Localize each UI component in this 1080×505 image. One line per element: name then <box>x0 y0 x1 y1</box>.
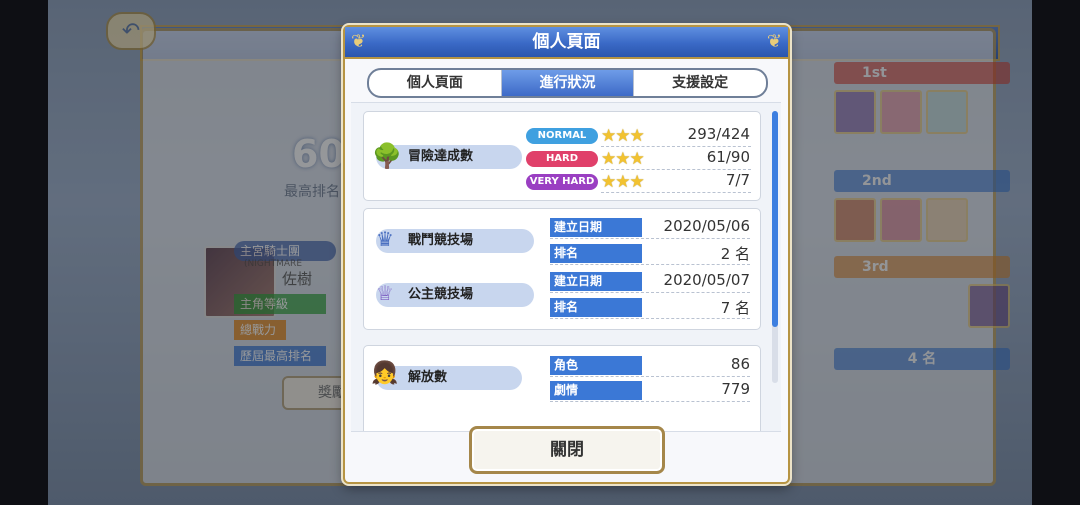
ornament-left-icon: ❦ <box>351 31 367 52</box>
normal-stars: ★★★ <box>601 126 645 146</box>
hard-stars: ★★★ <box>601 149 645 169</box>
tiara-icon: ♕ <box>376 281 394 305</box>
tab-support-settings[interactable]: 支援設定 <box>633 70 766 96</box>
profile-modal: 個人頁面 ❦ ❦ 個人頁面 進行狀況 支援設定 冒險達成數 🌳 NORMAL ★… <box>343 25 790 484</box>
battle-arena-date-value: 2020/05/06 <box>663 217 750 235</box>
close-button[interactable]: 關閉 <box>469 426 665 474</box>
unlock-stories-value: 779 <box>721 380 750 398</box>
tab-bar: 個人頁面 進行狀況 支援設定 <box>367 68 768 98</box>
divider <box>550 264 750 265</box>
divider <box>601 146 751 147</box>
unlock-characters-value: 86 <box>730 355 750 373</box>
divider <box>550 376 750 377</box>
divider <box>550 401 750 402</box>
ornament-right-icon: ❦ <box>766 31 782 52</box>
hard-progress-value: 61/90 <box>706 148 750 166</box>
adventure-section: 冒險達成數 🌳 NORMAL ★★★ 293/424 HARD ★★★ 61/9… <box>363 111 761 201</box>
crown-icon: ♛ <box>376 227 394 251</box>
tab-profile[interactable]: 個人頁面 <box>369 70 501 96</box>
progress-scroll-area[interactable]: 冒險達成數 🌳 NORMAL ★★★ 293/424 HARD ★★★ 61/9… <box>351 102 781 432</box>
battle-arena-rank-value: 2 名 <box>720 245 750 263</box>
battle-arena-date-label: 建立日期 <box>550 218 642 237</box>
arena-section: 戰鬥競技場 ♛ 建立日期 2020/05/06 排名 2 名 公主競技場 ♕ 建… <box>363 208 761 330</box>
modal-title: 個人頁面 <box>345 27 788 59</box>
hard-badge: HARD <box>526 151 598 167</box>
tree-icon: 🌳 <box>372 142 402 170</box>
tab-progress[interactable]: 進行狀況 <box>500 70 634 96</box>
princess-arena-rank-label: 排名 <box>550 298 642 317</box>
divider <box>550 318 750 319</box>
unlock-section: 解放數 👧 角色 86 劇情 779 <box>363 345 761 431</box>
very-hard-stars: ★★★ <box>601 172 645 192</box>
unlock-characters-label: 角色 <box>550 356 642 375</box>
battle-arena-rank-label: 排名 <box>550 244 642 263</box>
princess-arena-date-value: 2020/05/07 <box>663 271 750 289</box>
divider <box>550 292 750 293</box>
divider <box>550 238 750 239</box>
character-icon: 👧 <box>371 361 399 386</box>
scrollbar[interactable] <box>772 111 778 383</box>
very-hard-progress-value: 7/7 <box>725 171 750 189</box>
very-hard-badge: VERY HARD <box>526 174 598 190</box>
divider <box>601 169 751 170</box>
princess-arena-date-label: 建立日期 <box>550 272 642 291</box>
divider <box>601 192 751 193</box>
scrollbar-thumb[interactable] <box>772 111 778 327</box>
princess-arena-rank-value: 7 名 <box>720 299 750 317</box>
normal-badge: NORMAL <box>526 128 598 144</box>
unlock-stories-label: 劇情 <box>550 381 642 400</box>
normal-progress-value: 293/424 <box>687 125 750 143</box>
